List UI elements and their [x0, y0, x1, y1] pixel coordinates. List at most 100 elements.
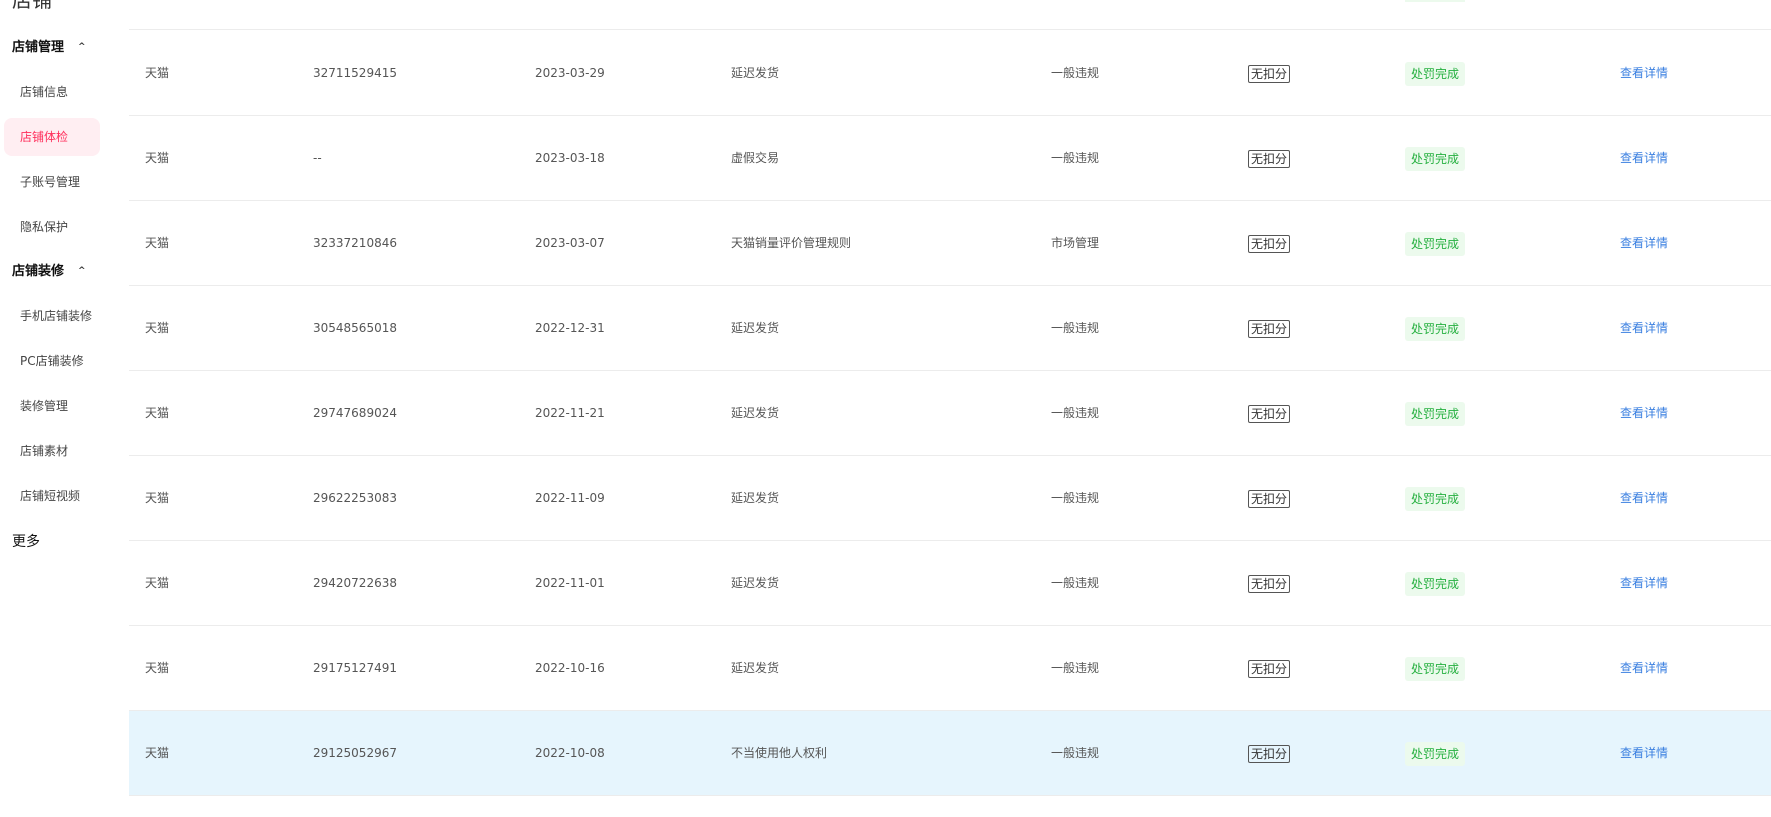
platform-cell: 天猫 — [145, 661, 170, 675]
table-row: 天猫 29175127491 2022-10-16 延迟发货 一般违规 无扣分 处罚完成 查看… — [129, 626, 1771, 711]
violation-type-cell: 一般违规 — [1051, 746, 1100, 760]
action-cell: 查看详情 — [1620, 116, 1668, 201]
view-details-link[interactable]: 查看详情 — [1620, 661, 1668, 675]
order-id-cell: 32711529415 — [313, 66, 397, 80]
view-details-link[interactable]: 查看详情 — [1620, 576, 1668, 590]
sidebar-group-store-management[interactable]: 店铺管理 ^ — [12, 38, 86, 58]
table-row: 天猫 29125052967 2022-10-08 不当使用他人权利 一般违规 无扣分 处罚… — [129, 711, 1771, 796]
score-badge: 无扣分 — [1248, 319, 1291, 338]
view-details-link[interactable]: 查看详情 — [1620, 491, 1668, 505]
sidebar-item-store-checkup[interactable]: 店铺体检 — [4, 118, 100, 156]
score-badge: 无扣分 — [1248, 64, 1291, 83]
table-row: 天猫 29420722638 2022-11-01 延迟发货 一般违规 无扣分 处罚完成 查看… — [129, 541, 1771, 626]
action-cell: 查看详情 — [1620, 371, 1668, 456]
score-cell: 无扣分 — [1248, 116, 1291, 201]
status-badge: 处罚完成 — [1405, 146, 1466, 171]
reason-cell: 虚假交易 — [731, 151, 780, 165]
date-cell: 2022-11-21 — [535, 406, 605, 420]
score-cell: 无扣分 — [1248, 456, 1291, 541]
status-cell: 处罚完成 — [1405, 456, 1466, 541]
reason-cell: 延迟发货 — [731, 406, 780, 420]
table-row: 天猫 29747689024 2022-11-21 延迟发货 一般违规 无扣分 处罚完成 查看… — [129, 371, 1771, 456]
score-cell: 无扣分 — [1248, 31, 1291, 116]
status-badge — [1405, 0, 1465, 2]
platform-cell: 天猫 — [145, 66, 170, 80]
status-badge: 处罚完成 — [1405, 316, 1466, 341]
violation-type-cell: 一般违规 — [1051, 576, 1100, 590]
order-id-cell: 32337210846 — [313, 236, 397, 250]
sidebar-item-sub-accounts[interactable]: 子账号管理 — [4, 163, 100, 201]
sidebar-item-mobile-decoration[interactable]: 手机店铺装修 — [4, 297, 100, 335]
action-cell: 查看详情 — [1620, 711, 1668, 796]
sidebar-item-privacy[interactable]: 隐私保护 — [4, 208, 100, 246]
reason-cell: 延迟发货 — [731, 491, 780, 505]
score-badge: 无扣分 — [1248, 744, 1291, 763]
table-row: 天猫 30548565018 2022-12-31 延迟发货 一般违规 无扣分 处罚完成 查看… — [129, 286, 1771, 371]
action-cell: 查看详情 — [1620, 541, 1668, 626]
score-cell: 无扣分 — [1248, 201, 1291, 286]
date-cell: 2022-10-08 — [535, 746, 605, 760]
action-cell: 查看详情 — [1620, 31, 1668, 116]
sidebar-item-short-videos[interactable]: 店铺短视频 — [4, 477, 100, 515]
violation-type-cell: 一般违规 — [1051, 321, 1100, 335]
sidebar: 店铺 店铺管理 ^ 店铺信息 店铺体检 子账号管理 隐私保护 店铺装修 ^ 手机… — [0, 0, 112, 817]
sidebar-item-store-materials[interactable]: 店铺素材 — [4, 432, 100, 470]
status-cell: 处罚完成 — [1405, 541, 1466, 626]
view-details-link[interactable]: 查看详情 — [1620, 321, 1668, 335]
score-badge: 无扣分 — [1248, 234, 1291, 253]
status-badge: 处罚完成 — [1405, 571, 1466, 596]
score-badge: 无扣分 — [1248, 659, 1291, 678]
score-badge: 无扣分 — [1248, 574, 1291, 593]
sidebar-more[interactable]: 更多 — [12, 532, 40, 552]
view-details-link[interactable]: 查看详情 — [1620, 66, 1668, 80]
sidebar-title: 店铺 — [12, 0, 52, 12]
action-cell: 查看详情 — [1620, 201, 1668, 286]
status-badge: 处罚完成 — [1405, 741, 1466, 766]
reason-cell: 延迟发货 — [731, 66, 780, 80]
date-cell: 2022-12-31 — [535, 321, 605, 335]
violation-type-cell: 市场管理 — [1051, 236, 1100, 250]
action-cell: 查看详情 — [1620, 286, 1668, 371]
score-cell: 无扣分 — [1248, 626, 1291, 711]
violation-type-cell: 一般违规 — [1051, 491, 1100, 505]
status-cell: 处罚完成 — [1405, 711, 1466, 796]
order-id-cell: -- — [313, 151, 322, 165]
date-cell: 2023-03-29 — [535, 66, 605, 80]
view-details-link[interactable]: 查看详情 — [1620, 236, 1668, 250]
violation-type-cell: 一般违规 — [1051, 66, 1100, 80]
platform-cell: 天猫 — [145, 321, 170, 335]
reason-cell: 天猫销量评价管理规则 — [731, 236, 852, 250]
action-cell: 查看详情 — [1620, 626, 1668, 711]
order-id-cell: 29125052967 — [313, 746, 397, 760]
order-id-cell: 30548565018 — [313, 321, 397, 335]
score-cell: 无扣分 — [1248, 371, 1291, 456]
order-id-cell: 29175127491 — [313, 661, 397, 675]
reason-cell: 延迟发货 — [731, 576, 780, 590]
table-row: 天猫 32337210846 2023-03-07 天猫销量评价管理规则 市场管理 无扣分… — [129, 201, 1771, 286]
status-badge: 处罚完成 — [1405, 231, 1466, 256]
status-cell: 处罚完成 — [1405, 116, 1466, 201]
status-badge: 处罚完成 — [1405, 486, 1466, 511]
status-cell: 处罚完成 — [1405, 31, 1466, 116]
status-cell: 处罚完成 — [1405, 626, 1466, 711]
view-details-link[interactable]: 查看详情 — [1620, 406, 1668, 420]
violation-type-cell: 一般违规 — [1051, 151, 1100, 165]
violation-type-cell: 一般违规 — [1051, 661, 1100, 675]
table-row: 天猫 29622253083 2022-11-09 延迟发货 一般违规 无扣分 处罚完成 查看… — [129, 456, 1771, 541]
score-cell: 无扣分 — [1248, 711, 1291, 796]
platform-cell: 天猫 — [145, 746, 170, 760]
action-cell: 查看详情 — [1620, 456, 1668, 541]
sidebar-item-decoration-management[interactable]: 装修管理 — [4, 387, 100, 425]
sidebar-item-store-info[interactable]: 店铺信息 — [4, 73, 100, 111]
platform-cell: 天猫 — [145, 576, 170, 590]
platform-cell: 天猫 — [145, 236, 170, 250]
status-cell: 处罚完成 — [1405, 286, 1466, 371]
view-details-link[interactable]: 查看详情 — [1620, 746, 1668, 760]
view-details-link[interactable]: 查看详情 — [1620, 151, 1668, 165]
table-row: 天猫 -- 2023-03-18 虚假交易 一般违规 无扣分 处罚完成 查看详情 — [129, 116, 1771, 201]
sidebar-item-pc-decoration[interactable]: PC店铺装修 — [4, 342, 100, 380]
date-cell: 2022-11-09 — [535, 491, 605, 505]
reason-cell: 延迟发货 — [731, 321, 780, 335]
sidebar-group-store-decoration[interactable]: 店铺装修 ^ — [12, 262, 86, 282]
status-badge: 处罚完成 — [1405, 656, 1466, 681]
